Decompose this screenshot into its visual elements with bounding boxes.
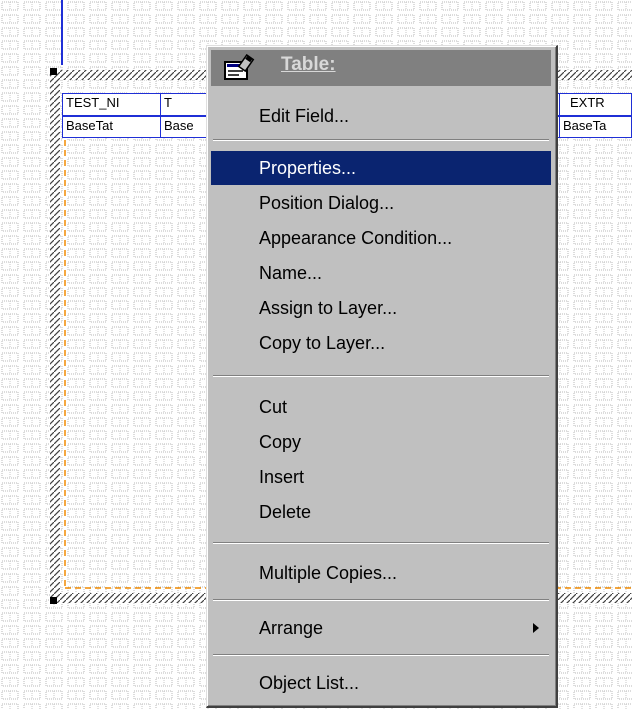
menu-item-copy[interactable]: Copy xyxy=(211,425,551,459)
menu-item-assign-to-layer[interactable]: Assign to Layer... xyxy=(211,291,551,325)
menu-item-multiple-copies[interactable]: Multiple Copies... xyxy=(211,556,551,590)
menu-separator xyxy=(213,654,549,656)
header-cell-test-no[interactable]: TEST_NI xyxy=(63,94,160,115)
menu-item-copy-to-layer[interactable]: Copy to Layer... xyxy=(211,326,551,360)
menu-item-edit-field[interactable]: Edit Field... xyxy=(211,99,551,133)
header-cell-extra[interactable]: EXTR xyxy=(559,94,631,115)
menu-separator xyxy=(213,542,549,544)
context-menu[interactable]: Table: Edit Field... Properties... Posit… xyxy=(206,45,558,708)
menu-item-properties[interactable]: Properties... xyxy=(211,151,551,185)
properties-icon xyxy=(223,53,257,87)
data-cell-3[interactable]: BaseTa xyxy=(559,117,631,137)
menu-item-insert[interactable]: Insert xyxy=(211,460,551,494)
menu-item-arrange-label: Arrange xyxy=(259,618,324,638)
menu-item-cut[interactable]: Cut xyxy=(211,390,551,424)
menu-item-name[interactable]: Name... xyxy=(211,256,551,290)
data-cell-2[interactable]: Base xyxy=(160,117,210,137)
menu-separator xyxy=(213,375,549,377)
menu-separator xyxy=(213,139,549,141)
submenu-arrow-icon xyxy=(533,623,539,633)
menu-separator xyxy=(213,599,549,601)
menu-item-appearance-condition[interactable]: Appearance Condition... xyxy=(211,221,551,255)
menu-item-object-list[interactable]: Object List... xyxy=(211,666,551,700)
data-cell-1[interactable]: BaseTat xyxy=(63,117,160,137)
menu-item-delete[interactable]: Delete xyxy=(211,495,551,529)
header-cell-2[interactable]: T xyxy=(160,94,210,115)
menu-item-position-dialog[interactable]: Position Dialog... xyxy=(211,186,551,220)
menu-item-arrange[interactable]: Arrange xyxy=(211,611,551,645)
menu-title-label: Table: xyxy=(281,54,336,75)
menu-title-bar: Table: xyxy=(211,50,551,86)
